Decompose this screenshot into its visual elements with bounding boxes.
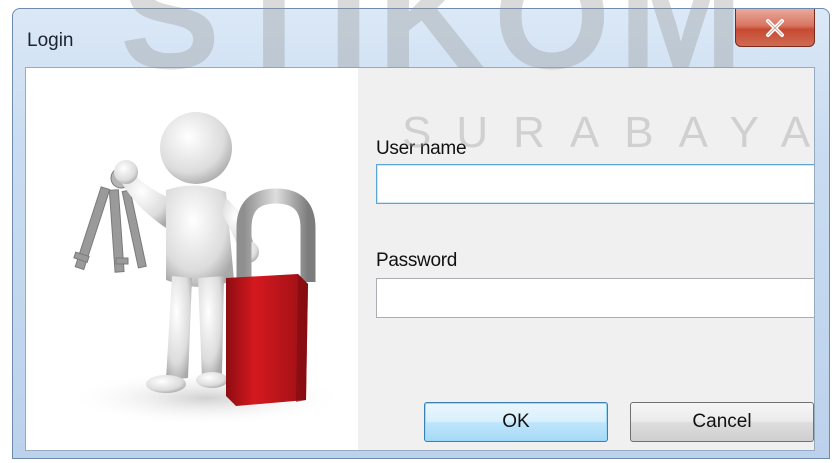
close-button[interactable] <box>735 9 815 47</box>
login-dialog: Login User name Password OK Cancel <box>12 8 830 459</box>
window-title: Login <box>27 30 74 51</box>
dialog-client-area: User name Password OK Cancel <box>25 67 815 451</box>
password-input[interactable] <box>376 278 814 318</box>
close-icon <box>766 18 784 37</box>
username-input[interactable] <box>376 164 814 204</box>
person-with-keys-and-padlock-icon <box>26 68 358 450</box>
ok-button[interactable]: OK <box>424 402 608 442</box>
username-label: User name <box>376 138 467 159</box>
password-label: Password <box>376 250 458 271</box>
cancel-button[interactable]: Cancel <box>630 402 814 442</box>
